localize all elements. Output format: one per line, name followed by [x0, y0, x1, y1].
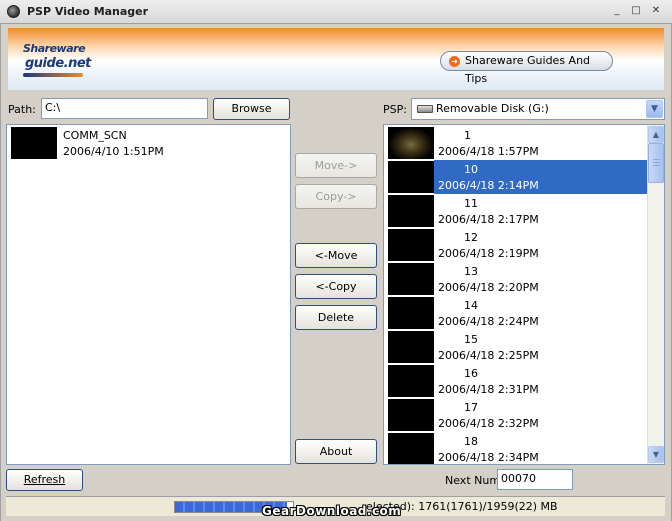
video-thumbnail: [388, 229, 434, 261]
item-name: 15: [464, 333, 478, 346]
list-item[interactable]: 17 2006/4/18 2:32PM: [386, 398, 648, 432]
video-thumbnail: [388, 263, 434, 295]
next-num-label: Next Num: [445, 474, 501, 487]
list-item[interactable]: 12 2006/4/18 2:19PM: [386, 228, 648, 262]
chevron-down-icon[interactable]: ▼: [646, 100, 663, 118]
item-name: 12: [464, 231, 478, 244]
drive-icon: [417, 105, 433, 113]
grip-line: [653, 162, 660, 163]
item-name: COMM_SCN: [63, 129, 127, 142]
browse-button[interactable]: Browse: [213, 98, 290, 120]
list-item[interactable]: COMM_SCN 2006/4/10 1:51PM: [9, 126, 271, 160]
shareware-guide-logo: Shareware guide.net: [23, 42, 91, 78]
item-date: 2006/4/18 2:14PM: [438, 179, 539, 192]
video-thumbnail: [388, 365, 434, 397]
item-date: 2006/4/18 2:19PM: [438, 247, 539, 260]
list-item-text: 10 2006/4/18 2:14PM: [434, 160, 650, 194]
item-date: 2006/4/18 2:25PM: [438, 349, 539, 362]
item-date: 2006/4/18 2:20PM: [438, 281, 539, 294]
logo-line2: guide.net: [25, 56, 91, 71]
list-item-text: 17 2006/4/18 2:32PM: [434, 398, 650, 432]
list-item-text: 16 2006/4/18 2:31PM: [434, 364, 650, 398]
copy-left-button[interactable]: <-Copy: [295, 274, 377, 299]
item-name: 13: [464, 265, 478, 278]
scroll-up-icon[interactable]: ▲: [648, 126, 664, 143]
list-item-text: 15 2006/4/18 2:25PM: [434, 330, 650, 364]
item-date: 2006/4/18 2:17PM: [438, 213, 539, 226]
item-name: 18: [464, 435, 478, 448]
item-date: 2006/4/10 1:51PM: [63, 145, 164, 158]
close-icon[interactable]: ✕: [648, 4, 664, 19]
maximize-icon[interactable]: □: [628, 4, 644, 19]
psp-drive-select[interactable]: Removable Disk (G:) ▼: [411, 98, 665, 120]
copy-right-button[interactable]: Copy->: [295, 184, 377, 209]
logo-line1: Shareware: [23, 42, 86, 55]
shareware-guides-label: Shareware Guides And Tips: [465, 54, 591, 85]
grip-line: [653, 165, 660, 166]
list-item[interactable]: 18 2006/4/18 2:34PM: [386, 432, 650, 464]
list-item[interactable]: 13 2006/4/18 2:20PM: [386, 262, 648, 296]
video-thumbnail: [388, 127, 434, 159]
delete-button[interactable]: Delete: [295, 305, 377, 330]
list-item-text: 12 2006/4/18 2:19PM: [434, 228, 650, 262]
path-label: Path:: [8, 103, 36, 116]
logo-swoosh: [23, 73, 83, 77]
item-date: 2006/4/18 2:24PM: [438, 315, 539, 328]
path-input[interactable]: C:\: [41, 98, 208, 119]
list-item[interactable]: 15 2006/4/18 2:25PM: [386, 330, 648, 364]
video-thumbnail: [388, 399, 434, 431]
move-right-button[interactable]: Move->: [295, 153, 377, 178]
psp-label: PSP:: [383, 103, 407, 116]
window-title: PSP Video Manager: [27, 5, 149, 18]
next-num-input[interactable]: 00070: [497, 469, 573, 490]
list-item-selected[interactable]: 10 2006/4/18 2:14PM: [386, 160, 650, 194]
app-icon: [7, 5, 20, 18]
video-thumbnail: [388, 433, 434, 464]
scrollbar-thumb[interactable]: [648, 143, 664, 183]
list-item-text: COMM_SCN 2006/4/10 1:51PM: [57, 126, 273, 160]
refresh-button[interactable]: Refresh: [6, 469, 83, 491]
list-item[interactable]: 16 2006/4/18 2:31PM: [386, 364, 648, 398]
item-date: 2006/4/18 2:31PM: [438, 383, 539, 396]
psp-drive-value: Removable Disk (G:): [436, 102, 549, 115]
item-name: 16: [464, 367, 478, 380]
list-item[interactable]: 1 2006/4/18 1:57PM: [386, 126, 648, 160]
video-thumbnail: [388, 331, 434, 363]
list-item[interactable]: 14 2006/4/18 2:24PM: [386, 296, 648, 330]
item-name: 1: [464, 129, 471, 142]
list-item-text: 18 2006/4/18 2:34PM: [434, 432, 650, 464]
video-thumbnail: [388, 161, 434, 193]
grip-line: [653, 159, 660, 160]
item-name: 10: [464, 163, 478, 176]
list-item[interactable]: 11 2006/4/18 2:17PM: [386, 194, 648, 228]
list-item-text: 13 2006/4/18 2:20PM: [434, 262, 650, 296]
video-thumbnail: [388, 195, 434, 227]
minimize-icon[interactable]: _: [609, 4, 625, 19]
list-item-text: 1 2006/4/18 1:57PM: [434, 126, 650, 160]
vertical-scrollbar[interactable]: ▲ ▼: [647, 125, 664, 464]
about-button[interactable]: About: [295, 439, 377, 464]
item-name: 17: [464, 401, 478, 414]
item-name: 11: [464, 197, 478, 210]
move-left-button[interactable]: <-Move: [295, 243, 377, 268]
item-name: 14: [464, 299, 478, 312]
item-date: 2006/4/18 1:57PM: [438, 145, 539, 158]
item-date: 2006/4/18 2:32PM: [438, 417, 539, 430]
title-bar[interactable]: PSP Video Manager _ □ ✕: [0, 0, 672, 24]
psp-file-list[interactable]: 1 2006/4/18 1:57PM 10 2006/4/18 2:14PM 1…: [383, 124, 665, 465]
arrow-right-icon: ➜: [449, 56, 460, 67]
video-thumbnail: [11, 127, 57, 159]
list-item-text: 11 2006/4/18 2:17PM: [434, 194, 650, 228]
watermark-logo: GearDownload.com: [262, 504, 402, 518]
video-thumbnail: [388, 297, 434, 329]
scroll-down-icon[interactable]: ▼: [648, 446, 664, 463]
local-file-list[interactable]: COMM_SCN 2006/4/10 1:51PM: [6, 124, 291, 465]
item-date: 2006/4/18 2:34PM: [438, 451, 539, 464]
banner: Shareware guide.net ➜ Shareware Guides A…: [8, 28, 664, 90]
list-item-text: 14 2006/4/18 2:24PM: [434, 296, 650, 330]
shareware-guides-button[interactable]: ➜ Shareware Guides And Tips: [440, 51, 613, 85]
